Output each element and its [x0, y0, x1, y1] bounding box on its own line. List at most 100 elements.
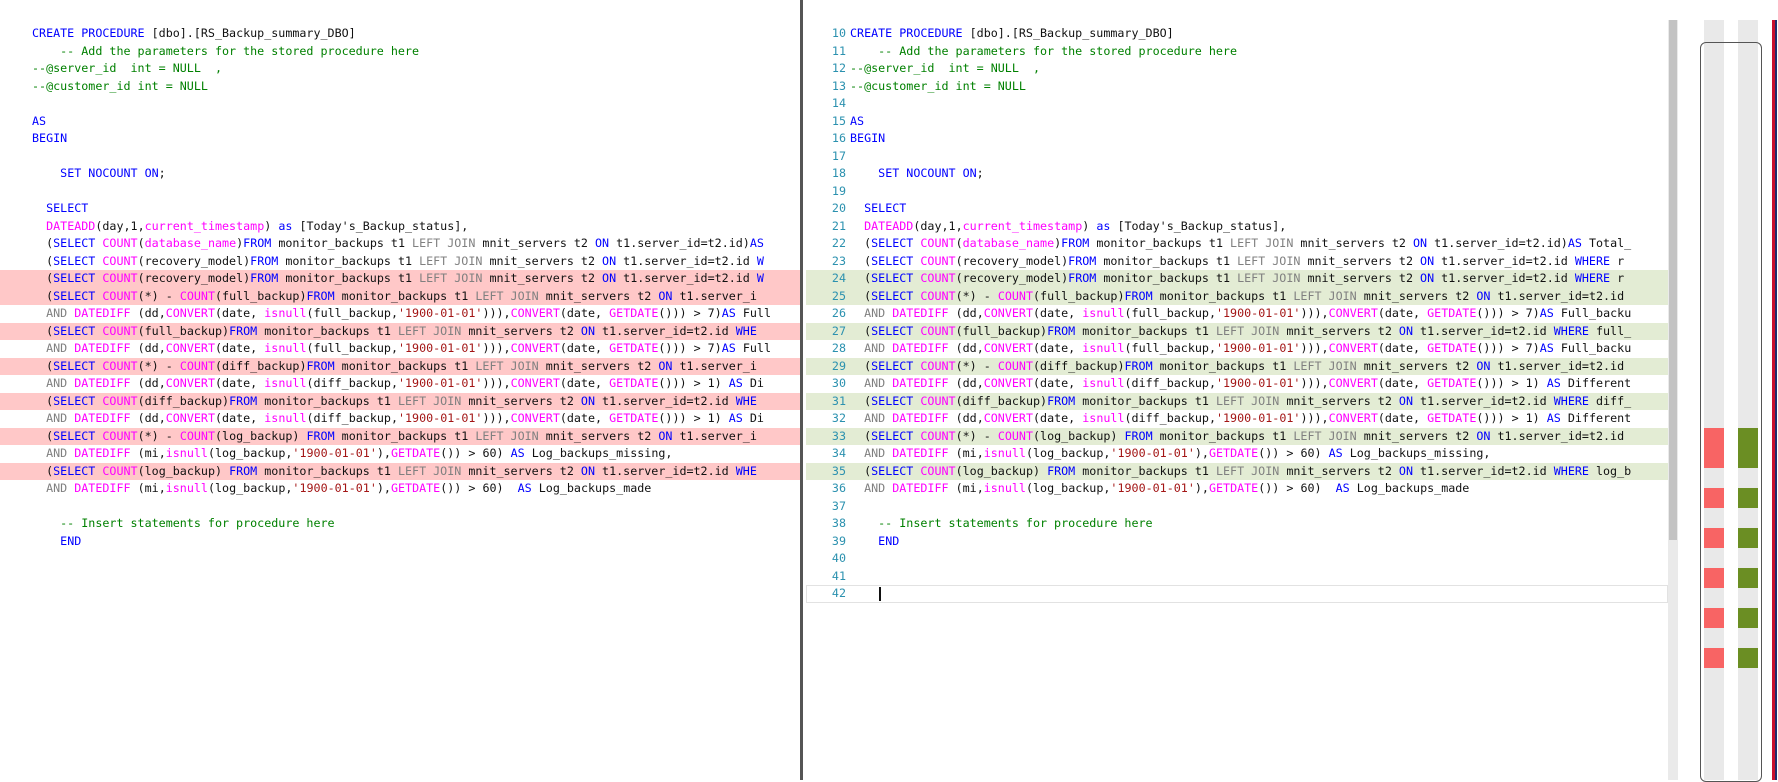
line-number: 15 [831, 113, 846, 128]
code-line[interactable]: 25 (SELECT COUNT(*) - COUNT(full_backup)… [806, 287, 1668, 305]
code-text: -- Insert statements for procedure here [32, 515, 334, 533]
code-line[interactable] [0, 498, 800, 516]
code-line[interactable]: -- Insert statements for procedure here [0, 515, 800, 533]
code-text: (SELECT COUNT(recovery_model)FROM monito… [850, 270, 1624, 288]
code-text: (SELECT COUNT(diff_backup)FROM monitor_b… [850, 393, 1631, 411]
code-line[interactable]: 24 (SELECT COUNT(recovery_model)FROM mon… [806, 270, 1668, 288]
code-line[interactable]: SELECT [0, 200, 800, 218]
code-line[interactable]: 22 (SELECT COUNT(database_name)FROM moni… [806, 235, 1668, 253]
code-line[interactable]: AND DATEDIFF (dd,CONVERT(date, isnull(di… [0, 410, 800, 428]
code-line[interactable]: 40 [806, 550, 1668, 568]
code-line[interactable]: 30 AND DATEDIFF (dd,CONVERT(date, isnull… [806, 375, 1668, 393]
code-line[interactable]: (SELECT COUNT(diff_backup)FROM monitor_b… [0, 392, 800, 410]
code-line[interactable]: 33 (SELECT COUNT(*) - COUNT(log_backup) … [806, 427, 1668, 445]
code-line[interactable]: 26 AND DATEDIFF (dd,CONVERT(date, isnull… [806, 305, 1668, 323]
code-token: ON [1398, 463, 1421, 478]
code-token: FROM [306, 358, 342, 373]
code-line[interactable]: 39 END [806, 533, 1668, 551]
code-line[interactable]: (SELECT COUNT(recovery_model)FROM monito… [0, 253, 800, 271]
code-line[interactable]: 10 CREATE PROCEDURE [dbo].[RS_Backup_summ… [806, 25, 1668, 43]
code-line[interactable]: (SELECT COUNT(recovery_model)FROM monito… [0, 270, 800, 288]
code-line[interactable]: 18 SET NOCOUNT ON; [806, 165, 1668, 183]
code-line[interactable]: 38 -- Insert statements for procedure he… [806, 515, 1668, 533]
code-token: (recovery_model) [137, 253, 251, 268]
right-diff-pane[interactable]: 10 CREATE PROCEDURE [dbo].[RS_Backup_summ… [806, 0, 1668, 780]
left-code-view[interactable]: CREATE PROCEDURE [dbo].[RS_Backup_summar… [0, 25, 800, 550]
code-line[interactable]: -- Add the parameters for the stored pro… [0, 43, 800, 61]
code-token: ( [850, 463, 872, 478]
code-line[interactable]: AND DATEDIFF (dd,CONVERT(date, isnull(fu… [0, 340, 800, 358]
pane-divider[interactable] [800, 0, 803, 780]
code-line[interactable]: (SELECT COUNT(log_backup) FROM monitor_b… [0, 462, 800, 480]
code-line[interactable]: 41 [806, 568, 1668, 586]
code-text: -- Insert statements for procedure here [850, 515, 1152, 533]
code-token: FROM [250, 271, 286, 285]
code-line[interactable]: (SELECT COUNT(*) - COUNT(diff_backup)FRO… [0, 357, 800, 375]
code-token: '1900-01-01' [292, 481, 377, 495]
code-line[interactable]: 31 (SELECT COUNT(diff_backup)FROM monito… [806, 392, 1668, 411]
code-line[interactable]: 19 [806, 183, 1668, 201]
code-line[interactable]: AS [0, 113, 800, 131]
code-token: '1900-01-01' [397, 341, 483, 355]
code-line[interactable]: 17 [806, 148, 1668, 166]
code-line[interactable]: 34 AND DATEDIFF (mi,isnull(log_backup,'1… [806, 445, 1668, 463]
code-line[interactable]: 12 --@server_id int = NULL , [806, 60, 1668, 78]
code-line[interactable]: --@customer_id int = NULL [0, 78, 800, 96]
code-token: WHERE [1553, 323, 1596, 338]
code-line[interactable] [0, 148, 800, 166]
code-token: monitor_backups t1 [1082, 393, 1216, 408]
code-token: CREATE PROCEDURE [32, 26, 152, 40]
code-token: ()) > 60) [1258, 481, 1336, 495]
line-number: 10 [831, 26, 846, 40]
code-line[interactable]: 42 [806, 585, 1668, 603]
code-line[interactable]: AND DATEDIFF (dd,CONVERT(date, isnull(fu… [0, 305, 800, 323]
code-line[interactable]: 15 AS [806, 113, 1668, 131]
code-line[interactable]: BEGIN [0, 130, 800, 148]
code-line[interactable]: 20 SELECT [806, 200, 1668, 218]
code-token: (dd, [955, 411, 984, 425]
code-text: AND DATEDIFF (dd,CONVERT(date, isnull(di… [32, 375, 764, 393]
code-line[interactable]: 14 [806, 95, 1668, 113]
code-token: monitor_backups t1 [1096, 236, 1231, 250]
code-line[interactable]: END [0, 533, 800, 551]
code-line[interactable]: 29 (SELECT COUNT(*) - COUNT(diff_backup)… [806, 357, 1668, 375]
code-line[interactable]: SET NOCOUNT ON; [0, 165, 800, 183]
code-token: -- Add the parameters for the stored pro… [32, 43, 420, 58]
code-token: (log_backup) [137, 463, 230, 478]
code-token: mnit_servers t2 [1363, 358, 1477, 373]
code-line[interactable] [0, 183, 800, 201]
code-token: COUNT [102, 358, 138, 373]
code-line[interactable] [0, 95, 800, 113]
code-line[interactable]: (SELECT COUNT(*) - COUNT(log_backup) FRO… [0, 427, 800, 445]
code-line[interactable]: 28 AND DATEDIFF (dd,CONVERT(date, isnull… [806, 340, 1668, 358]
code-token: AS [510, 446, 532, 460]
code-token: -- Add the parameters for the stored pro… [850, 43, 1238, 58]
code-line[interactable]: 16 BEGIN [806, 130, 1668, 148]
code-line[interactable]: 37 [806, 498, 1668, 516]
code-line[interactable]: AND DATEDIFF (mi,isnull(log_backup,'1900… [0, 480, 800, 498]
code-line[interactable]: AND DATEDIFF (dd,CONVERT(date, isnull(di… [0, 375, 800, 393]
code-line[interactable]: 13 --@customer_id int = NULL [806, 78, 1668, 96]
diff-overview-map[interactable] [1678, 20, 1778, 782]
scrollbar-thumb[interactable] [1669, 20, 1677, 540]
code-line[interactable]: 35 (SELECT COUNT(log_backup) FROM monito… [806, 462, 1668, 480]
code-line[interactable]: --@server_id int = NULL , [0, 60, 800, 78]
code-token: (dd, [137, 376, 166, 390]
code-line[interactable]: DATEADD(day,1,current_timestamp) as [Tod… [0, 218, 800, 236]
code-line[interactable]: (SELECT COUNT(database_name)FROM monitor… [0, 235, 800, 253]
left-diff-pane[interactable]: CREATE PROCEDURE [dbo].[RS_Backup_summar… [0, 0, 800, 780]
code-line[interactable]: 36 AND DATEDIFF (mi,isnull(log_backup,'1… [806, 480, 1668, 498]
overview-viewport[interactable] [1700, 42, 1762, 782]
right-code-view[interactable]: 10 CREATE PROCEDURE [dbo].[RS_Backup_summ… [806, 25, 1668, 603]
code-line[interactable]: 11 -- Add the parameters for the stored … [806, 43, 1668, 61]
code-line[interactable]: (SELECT COUNT(full_backup)FROM monitor_b… [0, 322, 800, 340]
code-line[interactable]: 21 DATEADD(day,1,current_timestamp) as [… [806, 218, 1668, 236]
code-line[interactable]: 32 AND DATEDIFF (dd,CONVERT(date, isnull… [806, 410, 1668, 428]
code-line[interactable]: (SELECT COUNT(*) - COUNT(full_backup)FRO… [0, 287, 800, 305]
code-line[interactable]: 23 (SELECT COUNT(recovery_model)FROM mon… [806, 253, 1668, 271]
code-line[interactable]: AND DATEDIFF (mi,isnull(log_backup,'1900… [0, 445, 800, 463]
code-line[interactable]: 27 (SELECT COUNT(full_backup)FROM monito… [806, 322, 1668, 340]
code-line[interactable]: CREATE PROCEDURE [dbo].[RS_Backup_summar… [0, 25, 800, 43]
code-token: (*) - [137, 428, 180, 443]
code-token: (date, [1377, 411, 1428, 425]
